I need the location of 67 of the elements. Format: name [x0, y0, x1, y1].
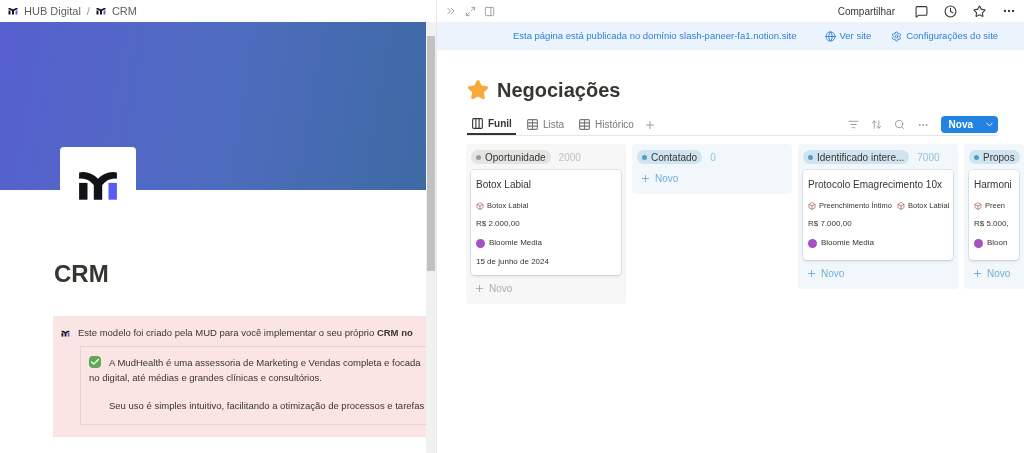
card-title: Botox Labial	[476, 178, 533, 192]
table-view-icon	[525, 118, 539, 131]
column-count: 7000	[917, 150, 940, 165]
todo-text: A MudHealth é uma assessoria de Marketing e Vendas completa e focada	[109, 356, 421, 371]
star-icon[interactable]	[973, 4, 986, 18]
collapse-icon[interactable]	[445, 5, 457, 17]
cube-icon	[808, 201, 816, 210]
card-title: Protocolo Emagrecimento 10x	[808, 178, 943, 192]
plus-icon	[640, 173, 651, 184]
sort-icon[interactable]	[870, 119, 882, 130]
plus-icon	[806, 268, 817, 280]
todo-text: no digital, até médias e grandes clínicas e consultórios.	[89, 371, 323, 386]
cube-icon	[974, 201, 982, 210]
card-owner: Bloomie Media	[821, 237, 874, 250]
banner-link[interactable]: Configurações do site	[891, 28, 999, 44]
banner-message: Esta página está publicada no domínio slash-paneer-fa1.notion.site	[512, 28, 797, 43]
avatar	[808, 238, 817, 248]
star-icon	[467, 79, 489, 101]
database-title: Negociações	[497, 78, 621, 103]
status-tag: Identificado intere...	[803, 150, 910, 164]
globe-icon	[824, 30, 836, 42]
callout-text: Este modelo foi criado pela MUD para você implementar o seu próprio CRM no	[78, 326, 413, 340]
share-button[interactable]: Compartilhar	[837, 3, 895, 19]
card-owner: Bloomie Media	[489, 237, 542, 250]
todo-checkbox[interactable]	[89, 356, 101, 369]
card-date: 15 de junho de 2024	[476, 256, 550, 269]
plus-icon	[474, 283, 485, 295]
card-owner: Bloon	[987, 237, 1008, 250]
breadcrumb-link[interactable]: HUB Digital	[24, 2, 81, 20]
avatar	[974, 238, 983, 248]
card-title: Harmoni	[974, 178, 1013, 192]
scrollbar-thumb[interactable]	[427, 36, 435, 271]
search-icon[interactable]	[893, 119, 905, 130]
plus-icon	[972, 268, 983, 280]
card-price: R$ 2.000,00	[476, 218, 521, 231]
cube-icon	[896, 201, 905, 210]
filter-icon[interactable]	[847, 119, 859, 130]
banner-link[interactable]: Ver site	[824, 28, 872, 44]
add-view-icon[interactable]	[643, 118, 656, 131]
callout-paragraph: Seu uso é simples intuitivo, facilitando a otimização de processos e tarefas	[109, 399, 425, 414]
logo-icon	[95, 7, 106, 15]
view-tab[interactable]: Histórico	[574, 114, 638, 135]
card-price: R$ 5.000,	[974, 218, 1010, 231]
comment-icon[interactable]	[915, 4, 928, 18]
column-count: 0	[710, 150, 716, 165]
view-tab[interactable]: Funil	[467, 114, 516, 135]
status-tag: Contatado	[637, 150, 703, 164]
status-tag: Propos	[969, 150, 1020, 164]
logo-icon	[8, 7, 18, 15]
breadcrumb-link[interactable]: CRM	[111, 2, 137, 20]
avatar	[476, 238, 485, 248]
new-button[interactable]: Nova	[940, 116, 998, 133]
settings-icon	[891, 30, 903, 42]
expand-icon[interactable]	[465, 5, 476, 17]
logo-icon	[61, 329, 70, 337]
page-title: CRM	[54, 259, 110, 289]
card-price: R$ 7.000,00	[808, 218, 853, 231]
status-tag: Oportunidade	[471, 150, 551, 164]
history-icon[interactable]	[944, 4, 957, 18]
board-view-icon	[471, 117, 484, 130]
view-tab[interactable]: Lista	[521, 114, 568, 135]
column-count: 2000	[558, 150, 581, 165]
table-view-icon	[578, 118, 591, 131]
side-panel-icon[interactable]	[484, 5, 495, 17]
cube-icon	[476, 201, 484, 210]
breadcrumb-separator: /	[86, 3, 90, 19]
check-icon	[90, 357, 100, 368]
